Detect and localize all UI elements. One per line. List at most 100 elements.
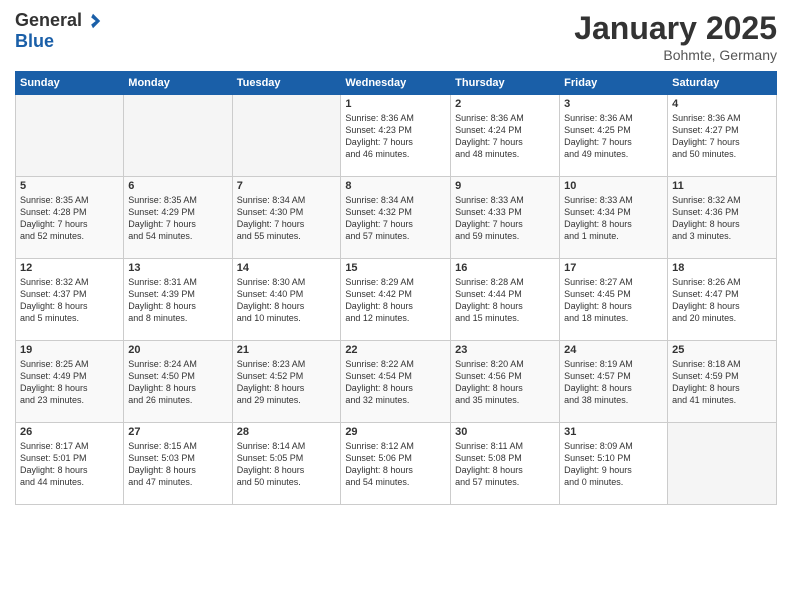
table-row: 1 Sunrise: 8:36 AM Sunset: 4:23 PM Daylig… [341,95,451,177]
day-info: Sunrise: 8:36 AM Sunset: 4:27 PM Dayligh… [672,112,772,161]
day-number: 21 [237,344,337,356]
calendar-week-5: 26 Sunrise: 8:17 AM Sunset: 5:01 PM Dayli… [16,423,777,505]
table-row: 30 Sunrise: 8:11 AM Sunset: 5:08 PM Dayli… [451,423,560,505]
calendar-table: Sunday Monday Tuesday Wednesday Thursday… [15,71,777,505]
table-row: 23 Sunrise: 8:20 AM Sunset: 4:56 PM Dayli… [451,341,560,423]
day-info: Sunrise: 8:23 AM Sunset: 4:52 PM Dayligh… [237,358,337,407]
day-info: Sunrise: 8:36 AM Sunset: 4:25 PM Dayligh… [564,112,663,161]
calendar-week-2: 5 Sunrise: 8:35 AM Sunset: 4:28 PM Daylig… [16,177,777,259]
day-info: Sunrise: 8:29 AM Sunset: 4:42 PM Dayligh… [345,276,446,325]
table-row: 4 Sunrise: 8:36 AM Sunset: 4:27 PM Daylig… [668,95,777,177]
day-number: 8 [345,180,446,192]
table-row: 29 Sunrise: 8:12 AM Sunset: 5:06 PM Dayli… [341,423,451,505]
day-number: 2 [455,98,555,110]
day-number: 12 [20,262,119,274]
day-number: 28 [237,426,337,438]
month-title: January 2025 [574,10,777,47]
day-info: Sunrise: 8:12 AM Sunset: 5:06 PM Dayligh… [345,440,446,489]
day-info: Sunrise: 8:31 AM Sunset: 4:39 PM Dayligh… [128,276,227,325]
table-row: 7 Sunrise: 8:34 AM Sunset: 4:30 PM Daylig… [232,177,341,259]
day-info: Sunrise: 8:34 AM Sunset: 4:32 PM Dayligh… [345,194,446,243]
day-info: Sunrise: 8:36 AM Sunset: 4:23 PM Dayligh… [345,112,446,161]
day-number: 4 [672,98,772,110]
table-row: 17 Sunrise: 8:27 AM Sunset: 4:45 PM Dayli… [560,259,668,341]
calendar-body: 1 Sunrise: 8:36 AM Sunset: 4:23 PM Daylig… [16,95,777,505]
calendar-header: Sunday Monday Tuesday Wednesday Thursday… [16,72,777,95]
table-row: 8 Sunrise: 8:34 AM Sunset: 4:32 PM Daylig… [341,177,451,259]
title-section: January 2025 Bohmte, Germany [574,10,777,63]
day-info: Sunrise: 8:14 AM Sunset: 5:05 PM Dayligh… [237,440,337,489]
day-number: 31 [564,426,663,438]
table-row: 10Sunrise: 8:33 AM Sunset: 4:34 PM Dayli… [560,177,668,259]
day-info: Sunrise: 8:32 AM Sunset: 4:36 PM Dayligh… [672,194,772,243]
day-number: 18 [672,262,772,274]
header-tuesday: Tuesday [232,72,341,95]
day-info: Sunrise: 8:11 AM Sunset: 5:08 PM Dayligh… [455,440,555,489]
header-wednesday: Wednesday [341,72,451,95]
table-row: 19Sunrise: 8:25 AM Sunset: 4:49 PM Dayli… [16,341,124,423]
table-row: 15 Sunrise: 8:29 AM Sunset: 4:42 PM Dayli… [341,259,451,341]
day-number: 11 [672,180,772,192]
day-number: 22 [345,344,446,356]
header-sunday: Sunday [16,72,124,95]
day-number: 17 [564,262,663,274]
day-info: Sunrise: 8:35 AM Sunset: 4:28 PM Dayligh… [20,194,119,243]
day-info: Sunrise: 8:20 AM Sunset: 4:56 PM Dayligh… [455,358,555,407]
day-info: Sunrise: 8:09 AM Sunset: 5:10 PM Dayligh… [564,440,663,489]
table-row: 6 Sunrise: 8:35 AM Sunset: 4:29 PM Daylig… [124,177,232,259]
table-row: 27 Sunrise: 8:15 AM Sunset: 5:03 PM Dayli… [124,423,232,505]
table-row [124,95,232,177]
logo-text: General [15,10,102,31]
day-number: 20 [128,344,227,356]
day-info: Sunrise: 8:26 AM Sunset: 4:47 PM Dayligh… [672,276,772,325]
day-info: Sunrise: 8:28 AM Sunset: 4:44 PM Dayligh… [455,276,555,325]
day-number: 6 [128,180,227,192]
table-row: 22Sunrise: 8:22 AM Sunset: 4:54 PM Dayli… [341,341,451,423]
day-number: 1 [345,98,446,110]
table-row: 13 Sunrise: 8:31 AM Sunset: 4:39 PM Dayli… [124,259,232,341]
day-number: 26 [20,426,119,438]
day-info: Sunrise: 8:33 AM Sunset: 4:33 PM Dayligh… [455,194,555,243]
page-header: General Blue January 2025 Bohmte, German… [15,10,777,63]
table-row: 3Sunrise: 8:36 AM Sunset: 4:25 PM Daylig… [560,95,668,177]
day-number: 15 [345,262,446,274]
day-number: 27 [128,426,227,438]
location-subtitle: Bohmte, Germany [574,47,777,63]
day-number: 23 [455,344,555,356]
day-number: 24 [564,344,663,356]
table-row: 28 Sunrise: 8:14 AM Sunset: 5:05 PM Dayli… [232,423,341,505]
day-number: 29 [345,426,446,438]
table-row: 18 Sunrise: 8:26 AM Sunset: 4:47 PM Dayli… [668,259,777,341]
weekday-header-row: Sunday Monday Tuesday Wednesday Thursday… [16,72,777,95]
day-number: 13 [128,262,227,274]
table-row: 5 Sunrise: 8:35 AM Sunset: 4:28 PM Daylig… [16,177,124,259]
table-row: 14Sunrise: 8:30 AM Sunset: 4:40 PM Dayli… [232,259,341,341]
calendar-container: General Blue January 2025 Bohmte, German… [0,0,792,612]
day-info: Sunrise: 8:33 AM Sunset: 4:34 PM Dayligh… [564,194,663,243]
day-info: Sunrise: 8:18 AM Sunset: 4:59 PM Dayligh… [672,358,772,407]
day-number: 16 [455,262,555,274]
table-row [16,95,124,177]
day-info: Sunrise: 8:35 AM Sunset: 4:29 PM Dayligh… [128,194,227,243]
calendar-week-1: 1 Sunrise: 8:36 AM Sunset: 4:23 PM Daylig… [16,95,777,177]
table-row: 25Sunrise: 8:18 AM Sunset: 4:59 PM Dayli… [668,341,777,423]
table-row [668,423,777,505]
table-row: 26 Sunrise: 8:17 AM Sunset: 5:01 PM Dayli… [16,423,124,505]
day-number: 30 [455,426,555,438]
day-number: 14 [237,262,337,274]
header-monday: Monday [124,72,232,95]
logo-blue: Blue [15,31,54,52]
day-number: 5 [20,180,119,192]
day-info: Sunrise: 8:25 AM Sunset: 4:49 PM Dayligh… [20,358,119,407]
header-saturday: Saturday [668,72,777,95]
day-info: Sunrise: 8:36 AM Sunset: 4:24 PM Dayligh… [455,112,555,161]
day-info: Sunrise: 8:34 AM Sunset: 4:30 PM Dayligh… [237,194,337,243]
day-info: Sunrise: 8:24 AM Sunset: 4:50 PM Dayligh… [128,358,227,407]
day-info: Sunrise: 8:17 AM Sunset: 5:01 PM Dayligh… [20,440,119,489]
logo-general: General [15,10,82,31]
day-info: Sunrise: 8:27 AM Sunset: 4:45 PM Dayligh… [564,276,663,325]
table-row: 11 Sunrise: 8:32 AM Sunset: 4:36 PM Dayli… [668,177,777,259]
day-number: 7 [237,180,337,192]
day-info: Sunrise: 8:15 AM Sunset: 5:03 PM Dayligh… [128,440,227,489]
day-info: Sunrise: 8:19 AM Sunset: 4:57 PM Dayligh… [564,358,663,407]
